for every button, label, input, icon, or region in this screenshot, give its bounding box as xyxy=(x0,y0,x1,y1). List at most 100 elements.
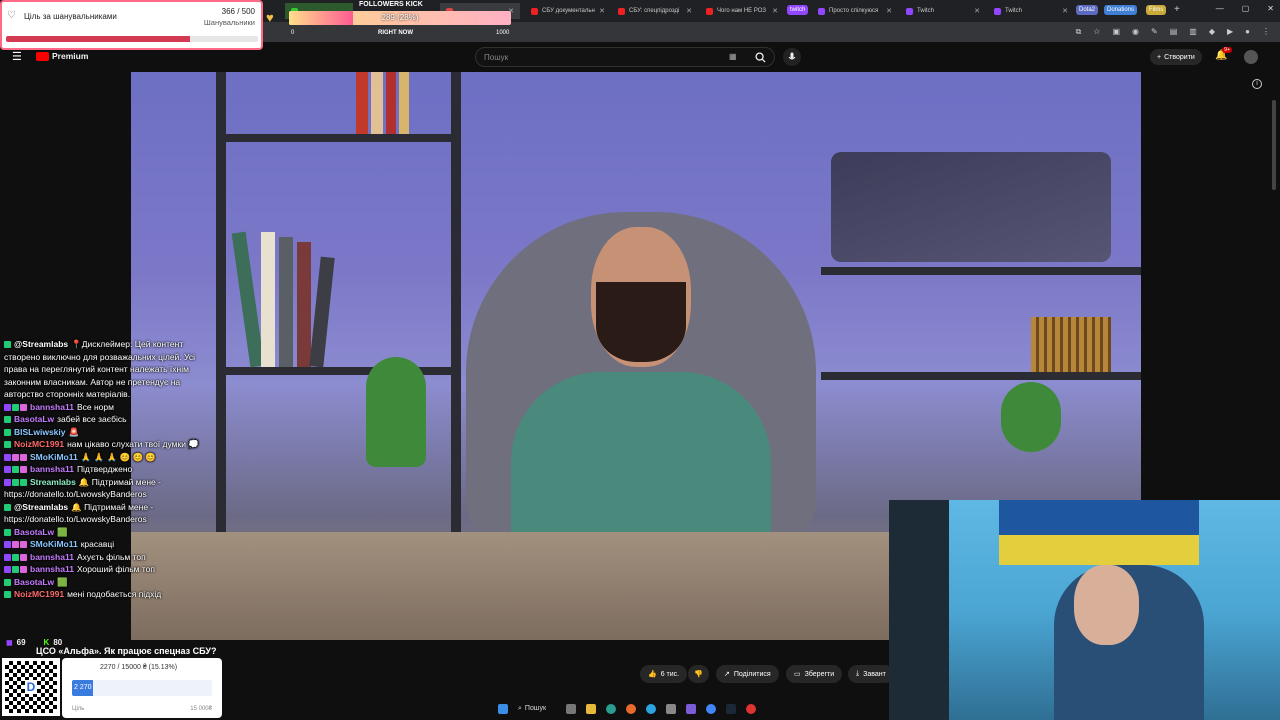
tab-6[interactable]: Просто спілкуюся ✕ xyxy=(812,3,898,19)
menu-dots-icon[interactable]: ⋮ xyxy=(1262,27,1270,37)
avatar[interactable] xyxy=(1244,50,1258,64)
tab-2[interactable]: СБУ документальн ✕ xyxy=(525,3,611,19)
profile-icon[interactable]: ● xyxy=(1245,27,1250,37)
extension-icon[interactable]: ▶ xyxy=(1227,27,1233,37)
app-icon[interactable] xyxy=(686,704,697,714)
qr-code: D xyxy=(2,658,60,716)
extension-icon[interactable]: ⧉ xyxy=(1076,27,1082,37)
close-icon[interactable]: ✕ xyxy=(886,7,892,15)
shelf-post xyxy=(451,72,461,542)
keyboard-icon[interactable]: ▦ xyxy=(729,52,737,61)
book xyxy=(399,72,409,134)
info-icon[interactable]: i xyxy=(1252,79,1262,89)
share-label: Поділитися xyxy=(733,670,771,678)
extension-icon[interactable]: ✎ xyxy=(1151,27,1158,37)
save-button[interactable]: ▭ Зберегти xyxy=(786,665,843,683)
twitch-icon xyxy=(994,7,1001,15)
chat-username: Streamlabs xyxy=(30,476,76,487)
donation-progress-text: 2270 / 15000 ₴ (15.13%) xyxy=(100,664,178,671)
chat-message: NoizMC1991 мені подобається підхід xyxy=(0,588,215,601)
extension-icon[interactable]: ▣ xyxy=(1112,27,1120,37)
taskbar-search-label: Пошук xyxy=(524,705,547,712)
close-icon[interactable]: ✕ xyxy=(599,7,605,15)
file-explorer-icon[interactable] xyxy=(586,704,597,714)
steam-icon[interactable] xyxy=(726,704,737,714)
extension-icon[interactable]: ▥ xyxy=(1189,27,1197,37)
bookmark-group-films[interactable]: Films xyxy=(1146,5,1167,15)
dislike-button[interactable]: 👎 xyxy=(688,665,709,683)
app-icon[interactable] xyxy=(666,704,677,714)
chat-message: bannsha11 Ахуєть фільм топ xyxy=(0,551,215,564)
extension-icon[interactable]: ▤ xyxy=(1170,27,1178,37)
tab-4[interactable]: Чого нам НЕ РОЗ ✕ xyxy=(700,3,784,19)
close-icon[interactable]: ✕ xyxy=(686,7,692,15)
donation-goal-label: Ціль xyxy=(72,706,85,712)
search-button[interactable] xyxy=(749,47,771,67)
tab-8[interactable]: Twitch ✕ xyxy=(988,3,1074,19)
scrollbar[interactable] xyxy=(1272,100,1276,190)
download-button[interactable]: ⤓ Завант xyxy=(848,665,894,683)
bookmark-star-icon[interactable]: ☆ xyxy=(1093,27,1100,37)
telegram-icon[interactable] xyxy=(646,704,657,714)
chat-badge-icon xyxy=(12,566,19,573)
goal-progress-bar xyxy=(6,36,258,42)
like-count: 6 тис. xyxy=(660,670,680,678)
chat-badge-icon xyxy=(4,541,11,548)
tab-label: Просто спілкуюся xyxy=(829,8,879,14)
twitch-icon xyxy=(818,7,825,15)
edge-icon[interactable] xyxy=(606,704,617,714)
close-window-icon[interactable]: ✕ xyxy=(1267,4,1274,13)
tab-3[interactable]: СБУ: спецпідрозді ✕ xyxy=(612,3,698,19)
extension-icon[interactable]: ◉ xyxy=(1132,27,1139,37)
obs-icon[interactable] xyxy=(746,704,757,714)
chat-badge-icon xyxy=(12,466,19,473)
chrome-icon[interactable] xyxy=(706,704,717,714)
close-icon[interactable]: ✕ xyxy=(1062,7,1068,15)
jacket xyxy=(889,500,949,720)
tab-7[interactable]: Twitch ✕ xyxy=(900,3,986,19)
chat-message: bannsha11 Підтверджено xyxy=(0,463,215,476)
kick-goal-caption: RIGHT NOW xyxy=(378,30,413,36)
chat-badge-icon xyxy=(4,441,11,448)
video-title: ЦСО «Альфа». Як працює спецназ СБУ? xyxy=(36,646,217,656)
like-button[interactable]: 👍 6 тис. xyxy=(640,665,688,683)
bookmark-group-dota[interactable]: Dota2 xyxy=(1076,5,1099,15)
bookmark-group-donations[interactable]: Donations xyxy=(1104,5,1138,15)
chat-badge-icon xyxy=(4,553,11,561)
minimize-icon[interactable]: — xyxy=(1216,4,1224,13)
chat-message: @Streamlabs 📍Дисклеймер: Цей контент ство… xyxy=(0,338,215,401)
extension-icon[interactable]: ◆ xyxy=(1209,27,1215,37)
book xyxy=(279,237,293,367)
chat-text: нам цікаво слухати твої думки 💭 xyxy=(67,439,199,449)
chat-message: bannsha11 Хороший фільм топ xyxy=(0,563,215,576)
close-icon[interactable]: ✕ xyxy=(974,7,980,15)
share-button[interactable]: ↗ Поділитися xyxy=(716,665,779,683)
chat-text: Підтверджено xyxy=(76,464,133,474)
chat-text: 🟩 xyxy=(57,576,68,587)
bookmark-group-twitch[interactable]: twitch xyxy=(787,5,809,15)
donation-goal-amount: 15 000₴ xyxy=(190,706,212,712)
new-tab-icon[interactable]: + xyxy=(1174,4,1180,15)
taskbar-search[interactable]: ⌕ Пошук xyxy=(518,705,546,713)
firefox-icon[interactable] xyxy=(626,704,637,714)
download-label: Завант xyxy=(863,670,886,678)
maximize-icon[interactable]: ▢ xyxy=(1242,4,1250,13)
kick-progress-label: 289 (28%) xyxy=(381,13,419,22)
book xyxy=(231,231,265,368)
chat-username: @Streamlabs xyxy=(14,501,69,512)
voice-search-button[interactable] xyxy=(783,48,801,66)
crocodile-plush xyxy=(366,357,426,467)
chat-message: BasotaLw 🟩 xyxy=(0,526,215,539)
book xyxy=(309,256,335,368)
windows-start-icon[interactable] xyxy=(498,704,508,714)
task-view-icon[interactable] xyxy=(566,704,577,714)
create-button[interactable]: + Створити xyxy=(1150,49,1202,65)
twitch-icon xyxy=(906,7,913,15)
close-icon[interactable]: ✕ xyxy=(772,7,778,15)
chat-username: NoizMC1991 xyxy=(14,439,65,449)
chat-text: Ахуєть фільм топ xyxy=(76,551,146,562)
book xyxy=(356,72,368,134)
youtube-logo[interactable]: Premium xyxy=(36,51,88,61)
donation-progress-bar: 2 270 xyxy=(72,680,212,696)
hamburger-menu-icon[interactable]: ☰ xyxy=(12,50,22,63)
